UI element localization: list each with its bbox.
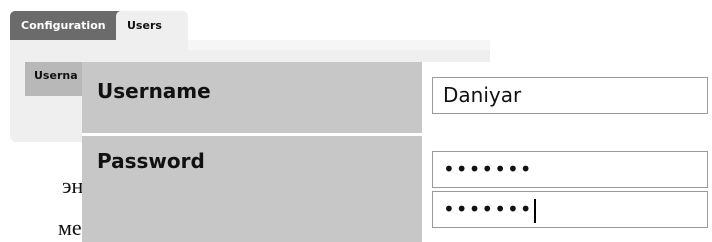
row-divider <box>82 133 422 136</box>
column-header-username[interactable]: Userna <box>25 62 89 96</box>
tab-configuration[interactable]: Configuration <box>10 11 124 40</box>
password-field[interactable]: ••••••• <box>432 151 708 188</box>
username-field[interactable]: Daniyar <box>432 77 708 114</box>
panel-top-strip <box>188 40 490 50</box>
user-form-dialog: Username Password Daniyar ••••••• ••••••… <box>82 62 712 242</box>
tab-users[interactable]: Users <box>116 11 188 40</box>
username-label: Username <box>97 79 211 103</box>
confirm-password-field[interactable]: ••••••• <box>432 191 708 228</box>
text-caret <box>533 198 536 223</box>
confirm-password-value: ••••••• <box>443 197 533 221</box>
password-label: Password <box>97 149 205 173</box>
label-column: Username Password <box>82 62 422 242</box>
